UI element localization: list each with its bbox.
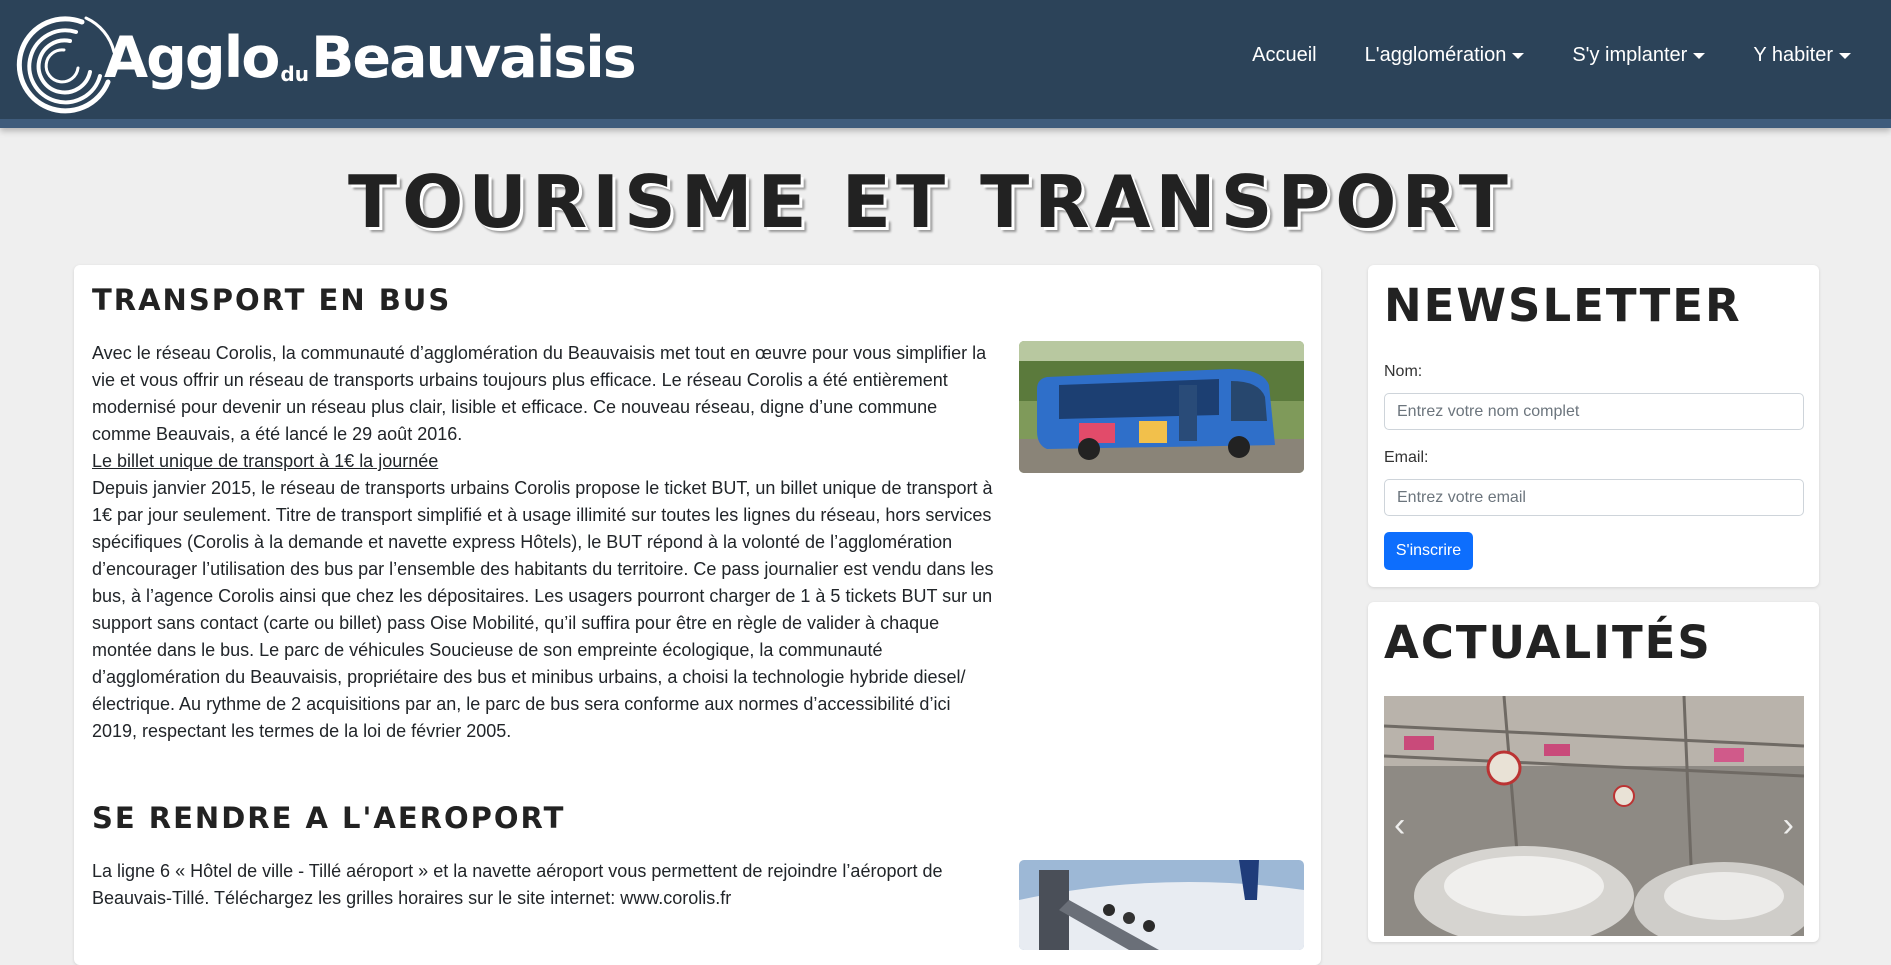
top-navbar: Agglo duBeauvaisis Accueil L'agglomératio… xyxy=(0,0,1891,128)
main-nav: Accueil L'agglomération S'y implanter Y … xyxy=(1252,44,1851,67)
bus-image-icon xyxy=(1019,341,1304,473)
site-logo[interactable]: Agglo duBeauvaisis xyxy=(12,12,637,116)
email-input[interactable] xyxy=(1384,479,1804,516)
factory-image-icon xyxy=(1384,696,1804,936)
news-carousel[interactable]: ‹ › xyxy=(1384,696,1804,936)
newsletter-title: NEWSLETTER xyxy=(1384,279,1742,332)
nav-item-agglomeration[interactable]: L'agglomération xyxy=(1365,44,1525,67)
news-title: ACTUALITÉS xyxy=(1384,616,1712,669)
caret-down-icon xyxy=(1693,52,1706,59)
bus-body: Depuis janvier 2015, le réseau de transp… xyxy=(92,478,994,741)
billet-unique-link[interactable]: Le billet unique de transport à 1€ la jo… xyxy=(92,448,994,475)
caret-down-icon xyxy=(1512,52,1525,59)
airport-photo xyxy=(1019,860,1304,950)
name-input[interactable] xyxy=(1384,393,1804,430)
nav-item-label: Y habiter xyxy=(1753,44,1833,66)
main-content-card: TRANSPORT EN BUS Avec le réseau Corolis,… xyxy=(74,265,1321,965)
nav-item-accueil[interactable]: Accueil xyxy=(1252,44,1316,67)
chevron-right-icon[interactable]: › xyxy=(1783,808,1794,842)
bus-text: Avec le réseau Corolis, la communauté d’… xyxy=(92,340,994,745)
news-card: ACTUALITÉS ‹ › xyxy=(1368,602,1819,942)
nav-item-implanter[interactable]: S'y implanter xyxy=(1572,44,1706,67)
nav-item-habiter[interactable]: Y habiter xyxy=(1753,44,1851,67)
airport-text: La ligne 6 « Hôtel de ville - Tillé aéro… xyxy=(92,861,943,908)
name-label: Nom: xyxy=(1384,363,1423,380)
section-title-bus: TRANSPORT EN BUS xyxy=(92,283,452,317)
logo-agglo: Agglo xyxy=(104,25,280,91)
nav-item-label: S'y implanter xyxy=(1572,44,1688,66)
airplane-image-icon xyxy=(1019,860,1304,950)
logo-wordmark: Agglo duBeauvaisis xyxy=(104,30,637,87)
chevron-left-icon[interactable]: ‹ xyxy=(1394,808,1405,842)
subscribe-button[interactable]: S'inscrire xyxy=(1384,532,1473,570)
logo-du: du xyxy=(280,62,309,86)
email-label: Email: xyxy=(1384,449,1429,466)
logo-beauvaisis: Beauvaisis xyxy=(310,25,637,91)
logo-swirl-icon xyxy=(16,16,116,114)
bus-photo xyxy=(1019,341,1304,473)
page-title: TOURISME ET TRANSPORT xyxy=(348,160,1513,244)
section-title-airport: SE RENDRE A L'AEROPORT xyxy=(92,801,566,835)
bus-intro: Avec le réseau Corolis, la communauté d’… xyxy=(92,343,987,444)
caret-down-icon xyxy=(1839,52,1851,59)
nav-item-label: L'agglomération xyxy=(1364,44,1507,66)
newsletter-card: NEWSLETTER Nom: Email: S'inscrire xyxy=(1368,265,1819,587)
nav-item-label: Accueil xyxy=(1252,44,1317,66)
